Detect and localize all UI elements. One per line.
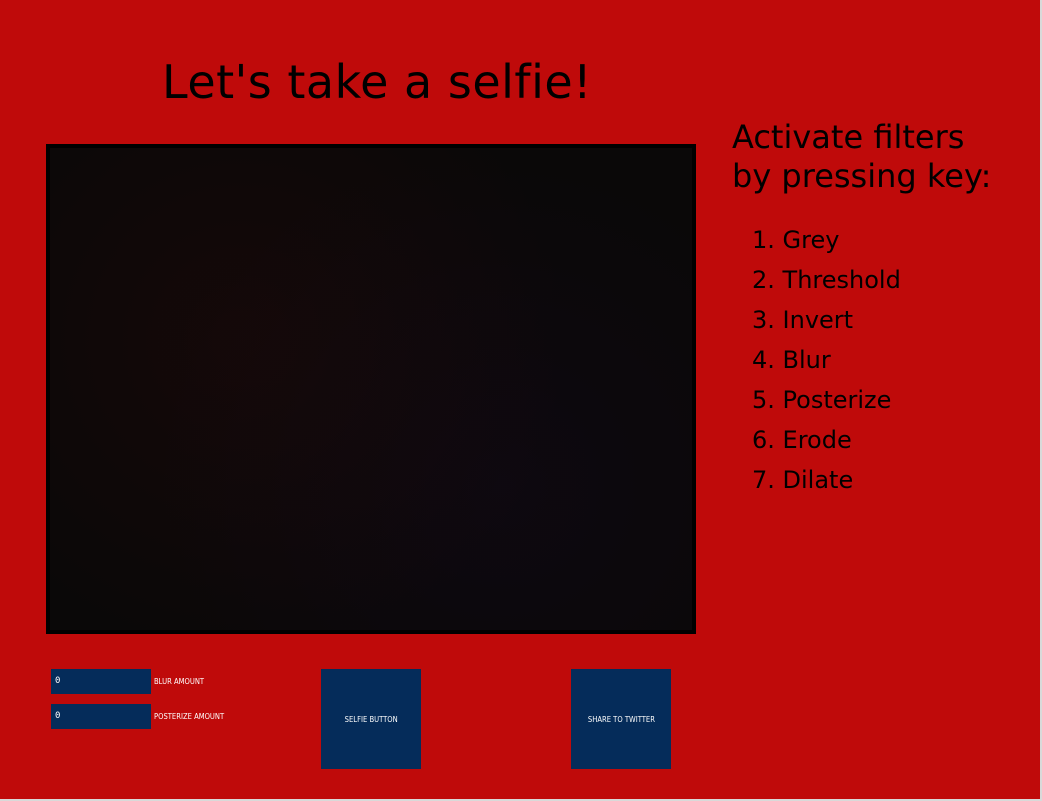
filter-item-dilate: 7. Dilate	[752, 466, 854, 494]
blur-amount-label: BLUR AMOUNT	[154, 677, 205, 686]
share-to-twitter-button[interactable]: SHARE TO TWITTER	[571, 669, 671, 769]
share-button-label: SHARE TO TWITTER	[587, 714, 655, 724]
selfie-button[interactable]: SELFIE BUTTON	[321, 669, 421, 769]
app-canvas: Let's take a selfie! Activate filters by…	[0, 0, 1042, 801]
blur-amount-input[interactable]: 0	[51, 669, 151, 694]
filter-instructions-heading: Activate filters by pressing key:	[732, 118, 1032, 196]
selfie-button-label: SELFIE BUTTON	[344, 714, 398, 724]
instructions-line-2: by pressing key:	[732, 157, 992, 195]
posterize-amount-label: POSTERIZE AMOUNT	[154, 712, 225, 721]
page-title: Let's take a selfie!	[162, 55, 593, 109]
webcam-feed	[50, 148, 692, 630]
filter-item-invert: 3. Invert	[752, 306, 854, 334]
instructions-line-1: Activate filters	[732, 118, 965, 156]
filter-list: 1. Grey 2. Threshold 3. Invert 4. Blur 5…	[752, 220, 901, 500]
filter-item-blur: 4. Blur	[752, 346, 831, 374]
filter-item-posterize: 5. Posterize	[752, 386, 892, 414]
filter-item-threshold: 2. Threshold	[752, 266, 901, 294]
posterize-amount-input[interactable]: 0	[51, 704, 151, 729]
filter-item-grey: 1. Grey	[752, 226, 840, 254]
webcam-frame	[46, 144, 696, 634]
filter-item-erode: 6. Erode	[752, 426, 852, 454]
